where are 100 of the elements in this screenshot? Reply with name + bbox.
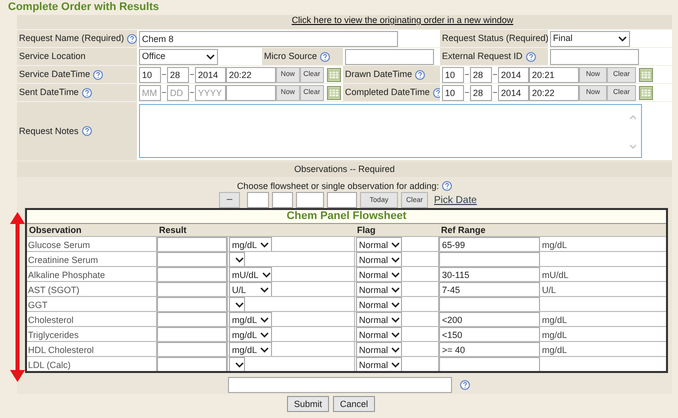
scroll-arrows-icon[interactable] (629, 114, 637, 150)
column-header: Flag (356, 224, 377, 236)
input-field[interactable]: 10 (139, 66, 161, 82)
dropdown[interactable]: Normal (356, 297, 402, 311)
dropdown[interactable]: Office (139, 48, 218, 64)
dropdown[interactable]: Final (550, 30, 630, 46)
help-icon[interactable] (93, 70, 104, 80)
input-field[interactable] (327, 192, 357, 208)
dropdown[interactable]: mU/dL (229, 267, 272, 281)
observation-name: HDL Cholesterol (28, 344, 94, 356)
field-label: External Request ID (442, 51, 523, 62)
notes-field[interactable] (139, 104, 642, 158)
dropdown[interactable] (229, 357, 245, 371)
dropdown[interactable]: mg/dL (229, 342, 272, 356)
form-button[interactable]: Cancel (333, 396, 376, 412)
result-field[interactable] (157, 312, 227, 326)
input-field[interactable]: MM (139, 84, 161, 100)
minus-button[interactable]: – (219, 192, 240, 208)
form-button[interactable]: Submit (286, 396, 329, 412)
input-field[interactable]: 28 (470, 66, 492, 82)
ref-range-field[interactable]: 65-99 (439, 237, 540, 251)
help-icon[interactable] (460, 380, 470, 390)
pick-date-link[interactable]: Pick Date (434, 194, 477, 206)
result-field[interactable] (157, 327, 227, 341)
ref-range-field[interactable]: 30-115 (439, 267, 540, 281)
calendar-icon[interactable] (327, 86, 341, 100)
dropdown[interactable]: Normal (356, 342, 402, 356)
unit-text: mg/dL (542, 344, 568, 356)
result-field[interactable] (157, 357, 227, 371)
input-field[interactable]: Chem 8 (139, 30, 398, 46)
input-field[interactable] (345, 48, 434, 64)
input-field[interactable]: DD (167, 84, 189, 100)
help-icon[interactable] (415, 70, 426, 80)
dropdown[interactable] (229, 252, 245, 266)
input-field[interactable]: YYYY (195, 84, 226, 100)
observation-name: Glucose Serum (28, 240, 90, 250)
help-icon[interactable] (526, 52, 536, 62)
dropdown[interactable]: Normal (356, 282, 402, 296)
help-icon[interactable] (82, 126, 92, 136)
ref-range-field[interactable]: >= 40 (439, 342, 540, 356)
help-icon[interactable] (82, 88, 92, 98)
dropdown[interactable]: mg/dL (229, 237, 272, 251)
unit-text: mU/dL (542, 270, 569, 280)
calendar-icon[interactable] (327, 68, 341, 82)
input-field[interactable] (226, 84, 276, 100)
help-icon[interactable] (320, 52, 330, 62)
result-field[interactable] (157, 252, 227, 266)
dropdown[interactable]: Normal (356, 252, 402, 266)
dropdown[interactable]: mg/dL (229, 312, 272, 326)
dropdown[interactable]: Normal (356, 237, 402, 251)
ref-range-field[interactable]: <200 (439, 312, 540, 326)
result-field[interactable] (157, 237, 227, 251)
unit-text: mg/dL (542, 330, 568, 340)
input-field[interactable]: 2014 (195, 66, 226, 82)
dropdown[interactable]: Normal (356, 312, 402, 326)
input-field[interactable] (296, 192, 324, 208)
input-field[interactable]: 20:22 (529, 84, 579, 100)
input-field[interactable]: 20:22 (226, 66, 276, 82)
input-field[interactable]: 28 (167, 66, 189, 82)
result-field[interactable] (157, 342, 227, 356)
input-field[interactable]: 10 (442, 84, 464, 100)
field-label: Service DateTime (19, 69, 90, 80)
field-label: Request Notes (19, 126, 79, 136)
observation-name: GGT (28, 300, 48, 310)
table-title: Chem Panel Flowsheet (27, 210, 666, 223)
calendar-icon[interactable] (639, 68, 653, 82)
input-field[interactable]: 28 (470, 84, 492, 100)
field-label: Service Location (19, 51, 86, 62)
result-field[interactable] (157, 297, 227, 311)
input-field[interactable]: 20:21 (529, 66, 579, 82)
ref-range-field[interactable] (439, 252, 540, 266)
input-field[interactable]: 2014 (498, 84, 529, 100)
dropdown[interactable]: Normal (356, 357, 402, 371)
input-field[interactable] (247, 192, 269, 208)
calendar-icon[interactable] (639, 86, 653, 100)
help-icon[interactable] (127, 34, 138, 44)
dropdown[interactable]: mg/dL (229, 327, 272, 341)
result-field[interactable] (157, 282, 227, 296)
input-field[interactable]: 10 (442, 66, 464, 82)
dropdown[interactable]: Normal (356, 327, 402, 341)
ref-range-field[interactable]: <150 (439, 327, 540, 341)
instruction-text: Choose flowsheet or single observation for adding: (236, 180, 440, 192)
input-field[interactable] (550, 48, 639, 64)
help-icon[interactable] (442, 181, 452, 191)
input-field[interactable]: 2014 (498, 66, 529, 82)
input-field[interactable] (272, 192, 293, 208)
unit-text: mg/dL (542, 314, 568, 326)
observation-name: Triglycerides (28, 330, 79, 340)
ref-range-field[interactable] (439, 297, 540, 311)
comment-field[interactable] (228, 377, 452, 393)
dropdown[interactable]: Normal (356, 267, 402, 281)
ref-range-field[interactable]: 7-45 (439, 282, 540, 296)
result-field[interactable] (157, 267, 227, 281)
dropdown[interactable] (229, 297, 245, 311)
caret-icon (206, 54, 215, 60)
observation-name: LDL (Calc) (28, 360, 71, 370)
field-label: Micro Source (264, 51, 318, 62)
caret-icon (235, 302, 244, 308)
ref-range-field[interactable] (439, 357, 540, 371)
dropdown[interactable]: U/L (229, 282, 272, 296)
